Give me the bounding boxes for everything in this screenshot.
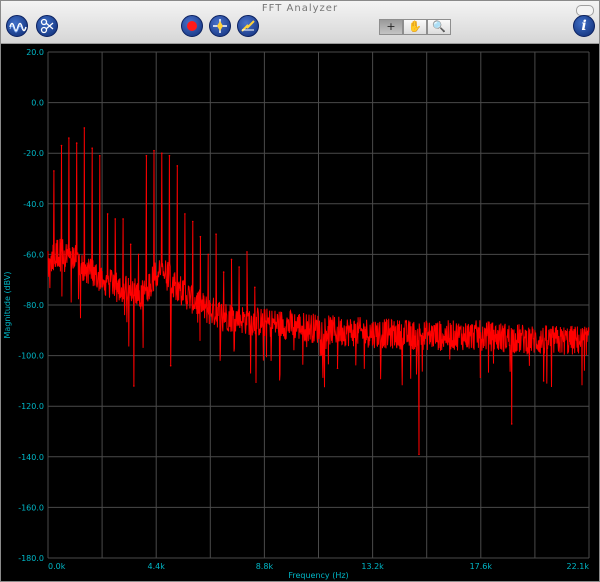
spectral-dip — [133, 385, 135, 387]
x-tick-label: 4.4k — [148, 562, 166, 571]
harmonic-peak — [238, 266, 240, 268]
harmonic-peak — [161, 152, 163, 154]
y-tick-label: -180.0 — [18, 554, 44, 563]
record-icon — [187, 21, 197, 31]
crosshair-tool-button[interactable]: + — [379, 19, 403, 35]
x-tick-label: 0.0k — [48, 562, 66, 571]
zoom-icon: 🔍 — [432, 20, 446, 33]
cursor-tool-group: + ✋ 🔍 — [379, 19, 451, 35]
y-tick-labels: 20.0 0.0 -20.0 -40.0 -60.0 -80.0 -100.0 -120.0 -… — [18, 48, 44, 563]
harmonic-peak — [129, 243, 132, 246]
x-tick-label: 22.1k — [567, 562, 590, 571]
x-tick-label: 17.6k — [470, 562, 493, 571]
y-tick-label: -100.0 — [18, 352, 44, 361]
harmonic-peak — [91, 147, 93, 149]
zoom-tool-button[interactable]: 🔍 — [427, 19, 451, 35]
waveform-view-button[interactable] — [6, 15, 28, 37]
y-tick-label: -60.0 — [23, 250, 44, 259]
x-tick-label: 13.2k — [361, 562, 384, 571]
record-button[interactable] — [181, 15, 203, 37]
crosshair-icon: + — [386, 20, 396, 33]
info-icon: i — [581, 18, 587, 34]
auto-icon — [241, 20, 255, 32]
harmonic-peak — [114, 218, 117, 220]
y-tick-label: 0.0 — [31, 99, 44, 108]
harmonic-peak — [191, 220, 194, 223]
fft-analyzer-window: FFT Analyzer + ✋ 🔍 i 20.0 0.0 -20.0 -40.… — [0, 0, 600, 582]
harmonic-peak — [75, 142, 78, 144]
harmonic-peak — [199, 235, 202, 238]
x-axis-label: Frequency (Hz) — [288, 571, 348, 580]
harmonic-peak — [153, 149, 155, 152]
waveform-icon — [9, 22, 27, 33]
harmonic-peak — [137, 253, 140, 256]
spectral-dip — [418, 453, 420, 456]
y-tick-label: -80.0 — [23, 301, 44, 310]
harmonic-peak — [60, 144, 63, 147]
harmonic-peak — [230, 258, 233, 261]
x-tick-label: 8.8k — [256, 562, 274, 571]
oscilloscope-icon — [40, 18, 54, 34]
title-bar: FFT Analyzer + ✋ 🔍 i — [1, 1, 599, 44]
hand-tool-button[interactable]: ✋ — [403, 19, 427, 35]
spectral-dip — [510, 423, 513, 425]
y-tick-label: -140.0 — [18, 453, 44, 462]
y-tick-label: -20.0 — [23, 149, 44, 158]
harmonic-peak — [254, 286, 256, 289]
harmonic-peak — [168, 154, 171, 157]
y-tick-label: -120.0 — [18, 402, 44, 411]
y-axis-label: Magnitude (dBV) — [3, 272, 12, 339]
y-tick-label: -160.0 — [18, 503, 44, 512]
capture-button[interactable] — [209, 15, 231, 37]
harmonic-peak — [176, 165, 179, 167]
harmonic-peak — [207, 253, 210, 256]
y-tick-label: -40.0 — [23, 200, 44, 209]
window-title: FFT Analyzer — [261, 3, 339, 14]
fft-chart[interactable]: 20.0 0.0 -20.0 -40.0 -60.0 -80.0 -100.0 -120.0 -… — [1, 44, 599, 581]
harmonic-peak — [184, 213, 186, 215]
x-tick-labels: 0.0k 4.4k 8.8k 13.2k 17.6k 22.1k — [48, 562, 589, 571]
harmonic-peak — [53, 170, 55, 172]
hand-icon: ✋ — [408, 20, 422, 33]
spectral-dip — [542, 380, 545, 382]
y-tick-label: 20.0 — [26, 48, 44, 57]
harmonic-peak — [215, 233, 217, 235]
spectral-dip — [169, 364, 172, 367]
auto-scale-button[interactable] — [237, 15, 259, 37]
capture-icon — [213, 19, 227, 33]
harmonic-peak — [222, 271, 225, 273]
harmonic-peak — [246, 251, 248, 253]
scope-view-button[interactable] — [36, 15, 58, 37]
harmonic-peak — [122, 218, 124, 220]
spectral-dip — [336, 367, 339, 370]
harmonic-peak — [98, 154, 101, 157]
harmonic-peak — [83, 127, 86, 129]
harmonic-peak — [106, 213, 109, 215]
harmonic-peak — [68, 137, 70, 139]
harmonic-peak — [145, 154, 148, 157]
info-button[interactable]: i — [573, 15, 595, 37]
fft-plot-area[interactable]: 20.0 0.0 -20.0 -40.0 -60.0 -80.0 -100.0 -120.0 -… — [1, 44, 599, 581]
